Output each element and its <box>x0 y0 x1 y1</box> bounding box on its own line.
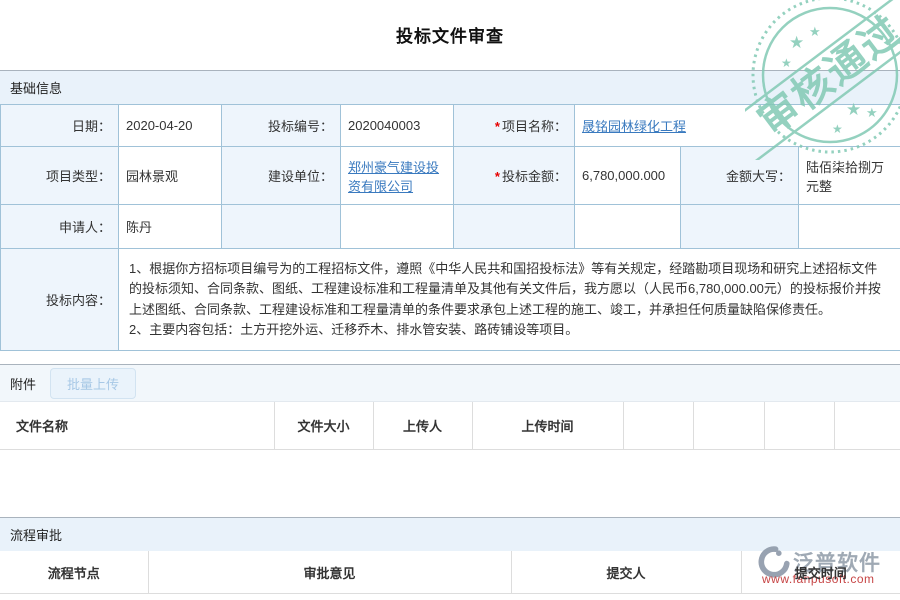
project-name-link[interactable]: 晟铭园林绿化工程 <box>582 119 686 134</box>
applicant-value: 陈丹 <box>119 205 222 249</box>
bid-no-label: 投标编号： <box>222 105 341 147</box>
section-attachments: 附件 批量上传 <box>0 364 900 402</box>
empty-value-cell <box>575 205 681 249</box>
bid-no-value: 2020040003 <box>341 105 454 147</box>
build-unit-link[interactable]: 郑州豪气建设投资有限公司 <box>348 160 439 194</box>
col-empty <box>623 402 693 450</box>
page-header: 投标文件审查 <box>0 0 900 70</box>
col-flow-node: 流程节点 <box>0 551 148 594</box>
batch-upload-button[interactable]: 批量上传 <box>50 368 136 399</box>
required-marker: * <box>495 119 500 134</box>
attachments-table: 文件名称 文件大小 上传人 上传时间 <box>0 402 900 450</box>
project-type-value: 园林景观 <box>119 147 222 205</box>
table-row: 项目类型： 园林景观 建设单位： 郑州豪气建设投资有限公司 *投标金额： 6,7… <box>1 147 900 205</box>
bid-amount-value: 6,780,000.000 <box>575 147 681 205</box>
project-type-label: 项目类型： <box>1 147 119 205</box>
table-row: 申请人： 陈丹 <box>1 205 900 249</box>
bid-document-review-page: 投标文件审查 基础信息 日期： 2020-04-20 投标编号： 2020040… <box>0 0 900 600</box>
col-file-size: 文件大小 <box>274 402 373 450</box>
col-upload-time: 上传时间 <box>472 402 623 450</box>
basic-info-table: 日期： 2020-04-20 投标编号： 2020040003 *项目名称： 晟… <box>0 104 900 351</box>
bid-amount-label-text: 投标金额： <box>502 169 567 184</box>
col-empty <box>764 402 834 450</box>
project-name-label-text: 项目名称： <box>502 119 567 134</box>
col-empty <box>834 402 900 450</box>
bid-amount-label: *投标金额： <box>454 147 575 205</box>
bid-content-line1: 1、根据你方招标项目编号为的工程招标文件，遵照《中华人民共和国招投标法》等有关规… <box>129 259 890 319</box>
col-submitter: 提交人 <box>511 551 741 594</box>
section-basic-info: 基础信息 <box>0 70 900 104</box>
date-label: 日期： <box>1 105 119 147</box>
table-row: 投标内容： 1、根据你方招标项目编号为的工程招标文件，遵照《中华人民共和国招投标… <box>1 249 900 351</box>
empty-label-cell <box>681 205 799 249</box>
workflow-table: 流程节点 审批意见 提交人 提交时间 <box>0 551 900 594</box>
col-submit-time: 提交时间 <box>741 551 900 594</box>
empty-label-cell <box>222 205 341 249</box>
workflow-header-row: 流程节点 审批意见 提交人 提交时间 <box>0 551 900 594</box>
col-empty <box>693 402 764 450</box>
col-uploader: 上传人 <box>373 402 472 450</box>
section-attachments-title: 附件 <box>10 374 36 393</box>
amount-words-label: 金额大写： <box>681 147 799 205</box>
build-unit-label: 建设单位： <box>222 147 341 205</box>
empty-value-cell <box>341 205 454 249</box>
col-file-name: 文件名称 <box>0 402 274 450</box>
section-basic-info-title: 基础信息 <box>10 78 62 97</box>
attachments-header-row: 文件名称 文件大小 上传人 上传时间 <box>0 402 900 450</box>
bid-content-label: 投标内容： <box>1 249 119 351</box>
build-unit-value-cell: 郑州豪气建设投资有限公司 <box>341 147 454 205</box>
applicant-label: 申请人： <box>1 205 119 249</box>
amount-words-value: 陆佰柒拾捌万元整 <box>799 147 900 205</box>
project-name-value-cell: 晟铭园林绿化工程 <box>575 105 900 147</box>
bid-content-value: 1、根据你方招标项目编号为的工程招标文件，遵照《中华人民共和国招投标法》等有关规… <box>119 249 900 351</box>
empty-value-cell <box>799 205 900 249</box>
table-row: 日期： 2020-04-20 投标编号： 2020040003 *项目名称： 晟… <box>1 105 900 147</box>
bid-content-line2: 2、主要内容包括：土方开挖外运、迁移乔木、排水管安装、路砖铺设等项目。 <box>129 320 890 340</box>
empty-label-cell <box>454 205 575 249</box>
section-workflow-title: 流程审批 <box>10 525 62 544</box>
page-title: 投标文件审查 <box>396 27 504 46</box>
date-value: 2020-04-20 <box>119 105 222 147</box>
project-name-label: *项目名称： <box>454 105 575 147</box>
required-marker: * <box>495 169 500 184</box>
col-approval-opinion: 审批意见 <box>148 551 511 594</box>
